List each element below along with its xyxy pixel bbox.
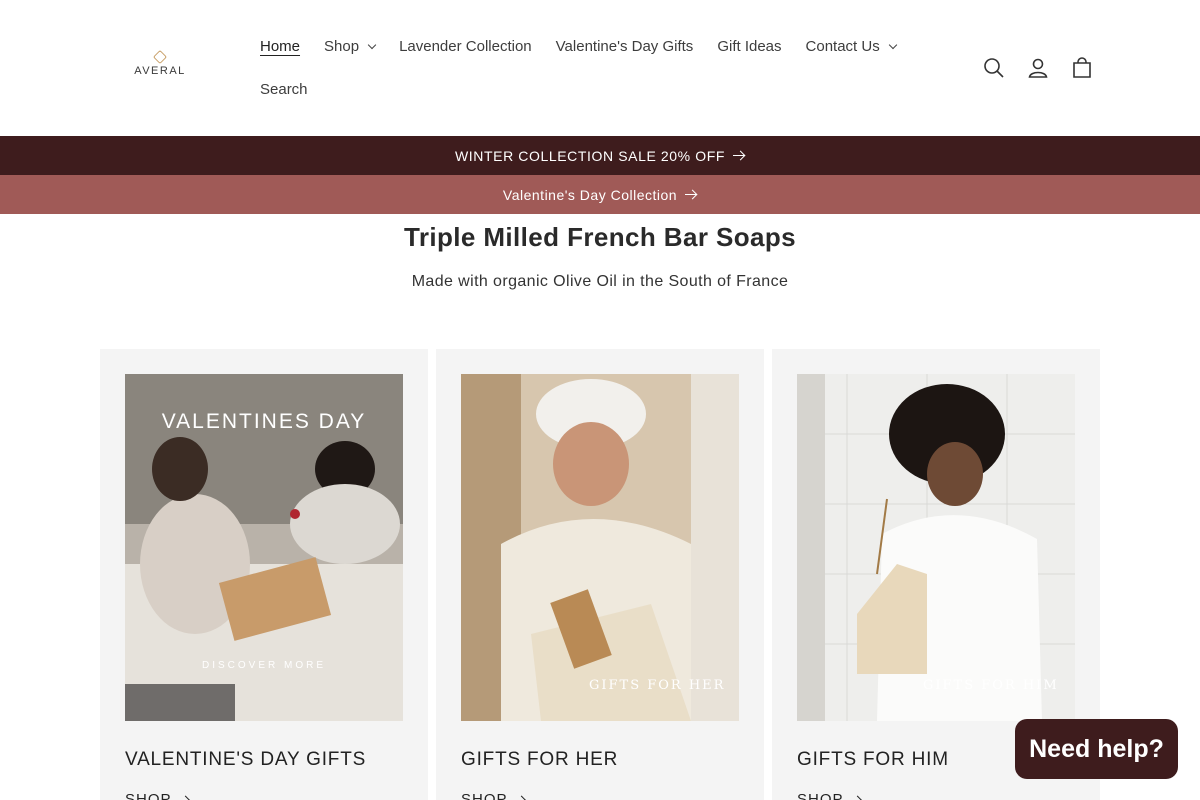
search-icon[interactable] bbox=[972, 46, 1016, 90]
brand-logo[interactable]: AVERAL bbox=[132, 49, 188, 80]
image-overlay-title: VALENTINES DAY bbox=[161, 410, 367, 433]
shop-link[interactable]: SHOP bbox=[797, 791, 861, 800]
chevron-down-icon bbox=[367, 40, 377, 49]
page-subtitle: Made with organic Olive Oil in the South… bbox=[411, 273, 789, 290]
page-title: Triple Milled French Bar Soaps bbox=[404, 222, 796, 252]
nav-item-contact-us[interactable]: Contact Us bbox=[794, 25, 908, 68]
arrow-right-icon bbox=[685, 190, 697, 200]
nav-item-valentines-day-gifts[interactable]: Valentine's Day Gifts bbox=[544, 25, 706, 68]
card-title: GIFTS FOR HER bbox=[461, 749, 619, 770]
card-title: GIFTS FOR HIM bbox=[797, 749, 949, 770]
collection-image: GIFTS FOR HER bbox=[461, 374, 739, 721]
collection-card-her[interactable]: GIFTS FOR HER GIFTS FOR HER SHOP bbox=[436, 349, 764, 800]
announcement-bar-valentines[interactable]: Valentine's Day Collection bbox=[0, 175, 1200, 214]
collection-card-valentines[interactable]: VALENTINES DAY DISCOVER MORE VALENTINE'S… bbox=[100, 349, 428, 800]
announcement-text: Valentine's Day Collection bbox=[502, 186, 678, 203]
nav-item-lavender-collection[interactable]: Lavender Collection bbox=[387, 25, 544, 68]
logo-wordmark: AVERAL bbox=[134, 65, 186, 77]
nav-item-home[interactable]: Home bbox=[248, 25, 312, 68]
nav-item-gift-ideas[interactable]: Gift Ideas bbox=[705, 25, 793, 68]
announcement-text: WINTER COLLECTION SALE 20% OFF bbox=[454, 147, 726, 164]
chevron-down-icon bbox=[888, 40, 897, 49]
nav-item-shop[interactable]: Shop bbox=[312, 25, 387, 68]
arrow-right-icon bbox=[733, 151, 745, 161]
site-header: AVERAL Home Shop Lavender Collection Val… bbox=[0, 0, 1200, 136]
card-title: VALENTINE'S DAY GIFTS bbox=[125, 749, 367, 770]
cart-icon[interactable] bbox=[1060, 46, 1104, 90]
logo-diamond-icon bbox=[152, 49, 168, 65]
image-overlay-caption: GIFTS FOR HIM bbox=[923, 678, 1059, 693]
help-chat-button[interactable]: Need help? bbox=[1015, 719, 1178, 779]
account-icon[interactable] bbox=[1016, 46, 1060, 90]
image-overlay-caption: DISCOVER MORE bbox=[201, 660, 326, 671]
shop-link[interactable]: SHOP bbox=[125, 791, 189, 800]
shop-link[interactable]: SHOP bbox=[461, 791, 525, 800]
main-nav: Home Shop Lavender Collection Valentine'… bbox=[248, 25, 938, 111]
collection-image: GIFTS FOR HIM bbox=[797, 374, 1075, 721]
collection-image: VALENTINES DAY DISCOVER MORE bbox=[125, 374, 403, 721]
announcement-bar-sale[interactable]: WINTER COLLECTION SALE 20% OFF bbox=[0, 136, 1200, 175]
image-overlay-caption: GIFTS FOR HER bbox=[589, 678, 726, 693]
header-icons bbox=[972, 46, 1104, 90]
nav-item-search[interactable]: Search bbox=[248, 68, 320, 111]
